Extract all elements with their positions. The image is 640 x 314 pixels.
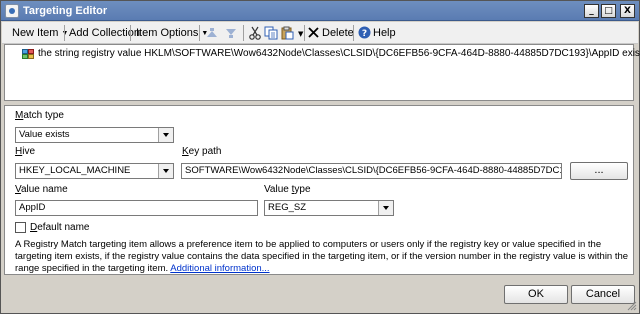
browse-button[interactable]: ... bbox=[570, 162, 628, 180]
move-down-icon[interactable] bbox=[224, 26, 238, 40]
chevron-down-icon[interactable] bbox=[158, 164, 173, 178]
value-type-select[interactable]: REG_SZ bbox=[264, 200, 394, 216]
default-name-label[interactable]: Default name bbox=[30, 222, 90, 233]
maximize-button[interactable]: □ bbox=[601, 4, 616, 18]
value-type-value: REG_SZ bbox=[268, 202, 307, 213]
app-icon bbox=[5, 4, 19, 18]
close-button[interactable]: X bbox=[620, 4, 635, 18]
targeting-editor-window: Targeting Editor _ □ X New Item▼ Add Col… bbox=[0, 0, 640, 314]
chevron-down-icon[interactable]: ▼ bbox=[298, 30, 303, 38]
match-type-label: Match type bbox=[15, 110, 64, 121]
description-text: A Registry Match targeting item allows a… bbox=[15, 239, 630, 275]
match-type-value: Value exists bbox=[19, 129, 70, 140]
match-type-select[interactable]: Value exists bbox=[15, 127, 174, 143]
toolbar-separator bbox=[304, 25, 305, 41]
value-name-label: Value name bbox=[15, 184, 68, 195]
item-options-menu[interactable]: Item Options ▼ bbox=[136, 25, 208, 41]
default-name-checkbox[interactable] bbox=[15, 222, 26, 233]
toolbar-separator bbox=[199, 25, 200, 41]
delete-icon bbox=[308, 27, 319, 38]
minimize-button[interactable]: _ bbox=[584, 4, 599, 18]
new-item-label: New Item bbox=[12, 27, 59, 39]
delete-label: Delete bbox=[322, 27, 354, 39]
properties-pane: Match type Value exists Hive HKEY_LOCAL_… bbox=[4, 105, 634, 275]
targeting-items-tree[interactable]: the string registry value HKLM\SOFTWARE\… bbox=[4, 44, 640, 101]
toolbar-separator bbox=[243, 25, 244, 41]
paste-icon[interactable] bbox=[280, 26, 294, 40]
copy-icon[interactable] bbox=[264, 26, 278, 40]
dialog-button-bar: OK Cancel bbox=[1, 277, 639, 313]
hive-label: Hive bbox=[15, 146, 36, 157]
hive-select[interactable]: HKEY_LOCAL_MACHINE bbox=[15, 163, 174, 179]
chevron-down-icon[interactable] bbox=[378, 201, 393, 215]
title-bar: Targeting Editor _ □ X bbox=[1, 1, 639, 21]
hive-value: HKEY_LOCAL_MACHINE bbox=[19, 165, 131, 176]
help-icon: ? bbox=[358, 26, 371, 39]
toolbar-separator bbox=[64, 25, 65, 41]
help-label: Help bbox=[373, 27, 396, 39]
description-body: A Registry Match targeting item allows a… bbox=[15, 239, 629, 274]
svg-text:?: ? bbox=[362, 29, 367, 39]
window-title: Targeting Editor bbox=[23, 5, 108, 17]
registry-tree-icon bbox=[22, 49, 34, 59]
cut-icon[interactable] bbox=[248, 26, 262, 40]
item-options-label: Item Options bbox=[136, 27, 199, 39]
ok-button[interactable]: OK bbox=[504, 285, 568, 304]
move-up-icon[interactable] bbox=[205, 26, 219, 40]
toolbar-separator bbox=[130, 25, 131, 41]
additional-information-link[interactable]: Additional information... bbox=[170, 263, 269, 274]
delete-button[interactable]: Delete bbox=[308, 25, 354, 41]
key-path-input[interactable]: SOFTWARE\Wow6432Node\Classes\CLSID\{DC6E… bbox=[181, 163, 562, 179]
resize-grip-icon[interactable] bbox=[625, 299, 637, 311]
key-path-label: Key path bbox=[182, 146, 222, 157]
value-name-input[interactable]: AppID bbox=[15, 200, 258, 216]
toolbar: New Item▼ Add Collection Item Options▼ bbox=[2, 22, 638, 44]
value-type-label: Value type bbox=[264, 184, 311, 195]
help-button[interactable]: ? Help bbox=[358, 25, 396, 41]
tree-item-registry-match[interactable]: the string registry value HKLM\SOFTWARE\… bbox=[38, 47, 640, 61]
chevron-down-icon[interactable] bbox=[158, 128, 173, 142]
new-item-menu[interactable]: New Item▼ bbox=[12, 25, 68, 41]
toolbar-separator bbox=[353, 25, 354, 41]
